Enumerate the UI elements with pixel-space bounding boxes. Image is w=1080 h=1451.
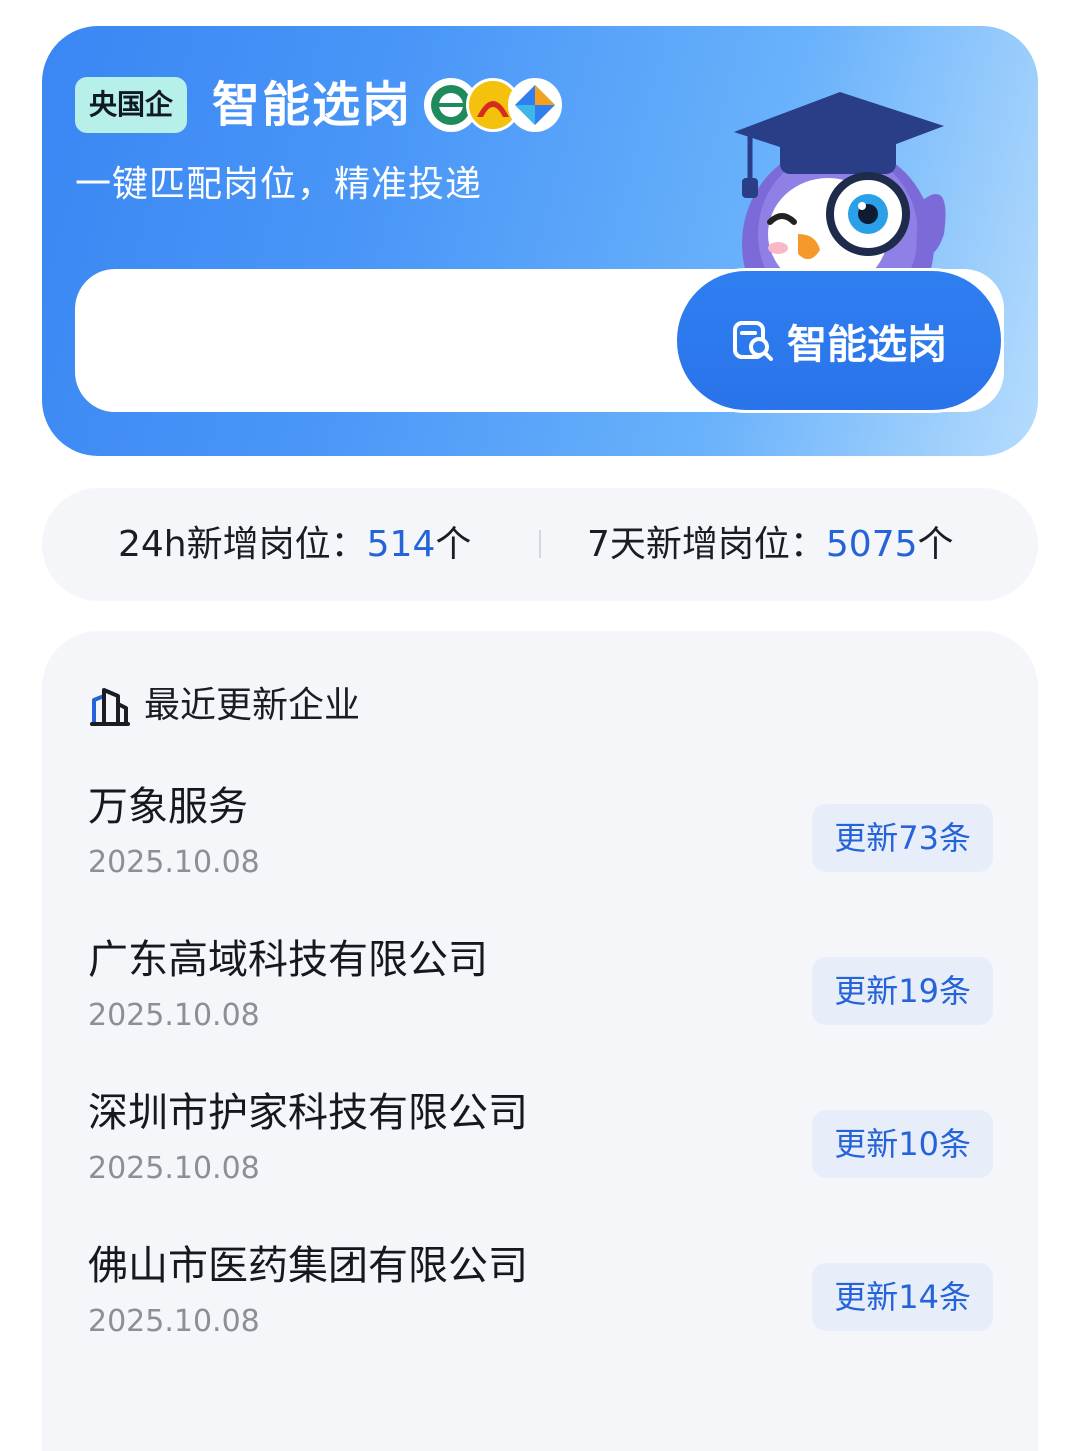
banner-title: 智能选岗 [212, 77, 413, 133]
update-count-badge[interactable]: 更新73条 [812, 804, 993, 872]
building-icon [90, 688, 130, 726]
stat-24h: 24h新增岗位：514个 [118, 488, 471, 601]
smart-select-button[interactable]: 智能选岗 [674, 268, 1004, 413]
recent-companies-title: 最近更新企业 [144, 685, 361, 726]
stats-bar: 24h新增岗位：514个 7天新增岗位：5075个 [42, 488, 1038, 601]
company-date: 2025.10.08 [88, 845, 260, 880]
stat-24h-label: 24h新增岗位： [118, 524, 367, 565]
stat-24h-unit: 个 [435, 524, 472, 565]
stat-7d-label: 7天新增岗位： [587, 524, 826, 565]
update-count-badge[interactable]: 更新10条 [812, 1110, 993, 1178]
stat-24h-value: 514 [366, 524, 436, 565]
recent-companies-header: 最近更新企业 [90, 681, 360, 731]
company-item[interactable]: 深圳市护家科技有限公司 2025.10.08 更新10条 [88, 1085, 993, 1205]
recent-companies-card: 最近更新企业 万象服务 2025.10.08 更新73条 广东高域科技有限公司 … [42, 631, 1038, 1451]
company-name: 深圳市护家科技有限公司 [88, 1090, 528, 1136]
company-logos [424, 78, 564, 134]
soe-tag: 央国企 [75, 77, 188, 133]
company-name: 万象服务 [88, 784, 248, 830]
sinopec-logo-icon [508, 78, 562, 132]
smart-select-label: 智能选岗 [787, 321, 947, 368]
stat-7d-unit: 个 [917, 524, 954, 565]
update-count-badge[interactable]: 更新19条 [812, 957, 993, 1025]
page: 央国企 智能选岗 一键匹配岗位，精准投递 智能选岗 24h新增岗位：514个 7… [0, 0, 1080, 1451]
company-item[interactable]: 万象服务 2025.10.08 更新73条 [88, 779, 993, 899]
company-name: 广东高域科技有限公司 [88, 937, 488, 983]
smart-job-banner[interactable]: 央国企 智能选岗 一键匹配岗位，精准投递 智能选岗 [42, 26, 1038, 456]
stat-7d-value: 5075 [825, 524, 918, 565]
company-name: 佛山市医药集团有限公司 [88, 1243, 528, 1289]
company-date: 2025.10.08 [88, 1304, 260, 1339]
update-count-badge[interactable]: 更新14条 [812, 1263, 993, 1331]
company-item[interactable]: 佛山市医药集团有限公司 2025.10.08 更新14条 [88, 1238, 993, 1358]
company-date: 2025.10.08 [88, 1151, 260, 1186]
company-item[interactable]: 广东高域科技有限公司 2025.10.08 更新19条 [88, 932, 993, 1052]
stat-7d: 7天新增岗位：5075个 [587, 488, 954, 601]
banner-subtitle: 一键匹配岗位，精准投递 [75, 164, 483, 205]
company-date: 2025.10.08 [88, 998, 260, 1033]
stats-divider [539, 530, 541, 558]
search-document-icon [733, 320, 773, 361]
